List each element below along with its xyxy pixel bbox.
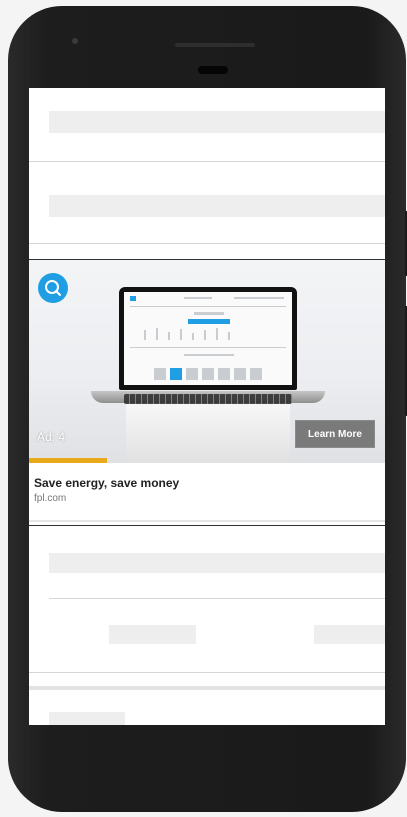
logo-mark-icon <box>45 280 61 296</box>
ad-domain[interactable]: fpl.com <box>34 493 66 504</box>
divider <box>49 598 385 599</box>
learn-more-button[interactable]: Learn More <box>295 420 375 448</box>
divider <box>29 672 385 673</box>
laptop-illustration <box>119 287 297 390</box>
placeholder-bar <box>49 553 385 573</box>
app-screen: Ad: 4 Learn More Save energy, save money… <box>29 88 385 725</box>
placeholder-bar <box>49 111 385 133</box>
ad-progress-bar <box>29 458 385 463</box>
ad-headline[interactable]: Save energy, save money <box>34 476 179 490</box>
advertiser-logo-icon <box>38 273 68 303</box>
proximity-sensor <box>198 66 228 74</box>
display-pedestal <box>126 404 290 463</box>
divider <box>29 243 385 244</box>
placeholder-bar <box>49 712 125 725</box>
ad-progress-fill <box>29 458 108 463</box>
placeholder-button <box>314 625 385 644</box>
earpiece-speaker <box>175 43 255 47</box>
ad-unit[interactable]: Ad: 4 Learn More Save energy, save money… <box>29 259 385 526</box>
laptop-keyboard <box>124 394 292 404</box>
divider <box>29 161 385 162</box>
divider <box>29 686 385 690</box>
ad-media[interactable]: Ad: 4 Learn More <box>29 260 385 463</box>
placeholder-bar <box>49 195 385 217</box>
laptop-screen-content <box>124 292 292 385</box>
ad-counter: Ad: 4 <box>37 430 66 444</box>
placeholder-button <box>109 625 196 644</box>
divider <box>29 520 385 522</box>
front-camera <box>72 38 78 44</box>
